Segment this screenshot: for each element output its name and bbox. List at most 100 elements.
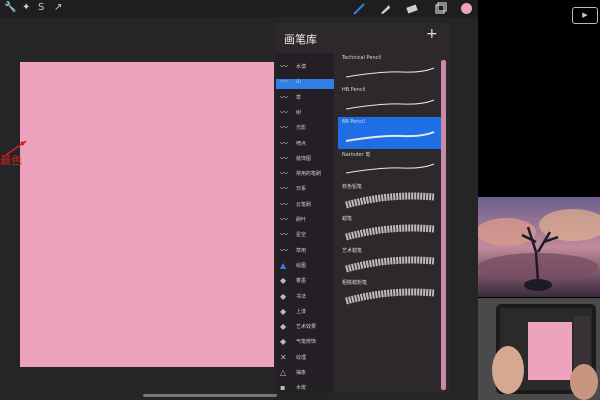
category-label: 气笔修饰 (296, 339, 317, 346)
drawing-canvas[interactable] (20, 62, 274, 367)
category-item[interactable]: 〰 喷点 (276, 136, 334, 152)
category-icon: ◆ (280, 322, 287, 332)
brush-tool-icon[interactable] (352, 2, 366, 16)
category-item[interactable]: 〰 草用 (276, 243, 334, 259)
category-label: 绘图 (296, 262, 307, 269)
category-label: 上漆 (296, 308, 307, 315)
category-item[interactable]: ◆ 艺术效果 (276, 319, 334, 335)
category-icon: 〰 (280, 230, 288, 240)
category-item[interactable]: ✕ 纹理 (276, 350, 334, 366)
brush-name: 6B Pencil (342, 119, 365, 125)
brush-stroke-preview (345, 67, 435, 78)
brush-stroke-preview (345, 224, 435, 241)
category-icon: ✕ (280, 352, 287, 362)
brush-name: Narinder 笔 (342, 152, 371, 158)
category-label: 常用的笔刷 (296, 171, 322, 178)
brush-name: 蜡笔 (342, 216, 353, 222)
category-label: 山 (296, 79, 302, 86)
top-toolbar: 🔧 ✦ S ↗ (0, 0, 478, 17)
brush-name: 软色铅笔 (342, 184, 363, 190)
category-icon: 〰 (280, 107, 288, 117)
category-item[interactable]: ▲ 绘图 (276, 258, 334, 274)
category-item[interactable]: ▪ 木炭 (276, 380, 334, 393)
brush-item[interactable]: 蜡笔 (338, 213, 446, 245)
brush-item[interactable]: 6B Pencil (338, 117, 446, 149)
selection-icon[interactable]: S (38, 2, 44, 14)
brush-name: Technical Pencil (342, 55, 382, 61)
category-icon: △ (280, 368, 287, 377)
procreate-app: 🔧 ✦ S ↗ 最色 画笔库 + 〰水漠〰山〰草〰树〰光影〰喷点〰装饰图〰常用的… (0, 0, 478, 400)
category-item[interactable]: 〰山 (276, 74, 334, 90)
adjustments-icon[interactable]: ✦ (22, 2, 30, 14)
category-label: 日系 (296, 186, 307, 193)
category-item[interactable]: 〰树 (276, 105, 334, 121)
brush-item[interactable]: 软色铅笔 (338, 181, 446, 213)
eraser-tool-icon[interactable] (405, 2, 419, 16)
tablet-preview-image (478, 298, 600, 400)
transform-icon[interactable]: ↗ (54, 2, 62, 14)
category-item[interactable]: ◆ 气笔修饰 (276, 334, 334, 350)
category-label: 草 (296, 94, 302, 101)
smudge-tool-icon[interactable] (378, 2, 392, 16)
annotation-label: 最色 (0, 154, 22, 167)
brush-name: 艺术蜡笔 (342, 248, 363, 254)
category-item[interactable]: 〰 光影 (276, 120, 334, 136)
category-item[interactable]: 〰 装饰图 (276, 151, 334, 167)
category-icon: ▲ (280, 260, 287, 270)
brush-stroke-preview (345, 163, 435, 174)
category-icon: 〰 (280, 77, 288, 87)
scrollbar[interactable] (441, 60, 446, 390)
category-icon: 〰 (280, 199, 288, 209)
category-item[interactable]: 〰 星空 (276, 227, 334, 243)
panel-title: 画笔库 (284, 33, 317, 46)
brush-library-panel: 画笔库 + 〰水漠〰山〰草〰树〰光影〰喷点〰装饰图〰常用的笔刷〰日系〰云笔刷〰刷… (276, 23, 450, 393)
category-item[interactable]: ◆ 着墨 (276, 273, 334, 289)
brush-name: 粗糙蜡粉笔 (342, 280, 368, 286)
add-brush-button[interactable]: + (426, 26, 438, 42)
brush-list: Technical Pencil HB Pencil 6B Pencil Narind… (338, 53, 446, 393)
category-icon: ◆ (280, 276, 287, 286)
category-label: 纹理 (296, 354, 307, 361)
brush-stroke-preview (345, 99, 435, 110)
category-icon: ◆ (280, 306, 287, 316)
brush-stroke-preview (345, 256, 435, 273)
category-item[interactable]: 〰 日系 (276, 181, 334, 197)
brush-item[interactable]: Technical Pencil (338, 53, 446, 85)
category-item[interactable]: ◆ 书法 (276, 289, 334, 305)
brush-item[interactable]: HB Pencil (338, 85, 446, 117)
category-icon: 〰 (280, 123, 288, 133)
camera-icon: ▶ (572, 7, 598, 24)
brush-item[interactable]: 粗糙蜡粉笔 (338, 277, 446, 309)
brush-item[interactable]: 艺术蜡笔 (338, 245, 446, 277)
color-picker-swatch[interactable] (461, 3, 472, 14)
category-item[interactable]: ◆ 上漆 (276, 304, 334, 320)
artwork-preview-image (478, 197, 600, 297)
category-item[interactable]: 〰 水漠 (276, 59, 334, 75)
brush-stroke-preview (345, 288, 435, 305)
category-label: 书法 (296, 293, 307, 300)
category-item[interactable]: 〰草 (276, 90, 334, 106)
category-item[interactable]: △ 抽象 (276, 365, 334, 381)
category-item[interactable]: 〰 刷叶 (276, 212, 334, 228)
category-label: 木炭 (296, 385, 307, 392)
category-icon: 〰 (280, 169, 288, 179)
home-indicator (143, 394, 277, 397)
category-label: 喷点 (296, 140, 307, 147)
category-icon: 〰 (280, 138, 288, 148)
layers-icon[interactable] (433, 2, 447, 16)
brush-stroke-preview (345, 192, 435, 209)
category-icon: 〰 (280, 245, 288, 255)
brush-name: HB Pencil (342, 87, 366, 93)
category-label: 着墨 (296, 278, 307, 285)
category-item[interactable]: 〰 常用的笔刷 (276, 166, 334, 182)
category-icon: 〰 (280, 92, 288, 102)
category-icon: 〰 (280, 62, 288, 71)
brush-item[interactable]: Narinder 笔 (338, 149, 446, 181)
category-label: 树 (296, 109, 302, 116)
category-label: 抽象 (296, 370, 307, 376)
category-icon: ◆ (280, 291, 287, 301)
category-icon: 〰 (280, 215, 288, 224)
category-icon: ◆ (280, 337, 287, 347)
wrench-icon[interactable]: 🔧 (4, 2, 16, 14)
category-item[interactable]: 〰 云笔刷 (276, 197, 334, 213)
